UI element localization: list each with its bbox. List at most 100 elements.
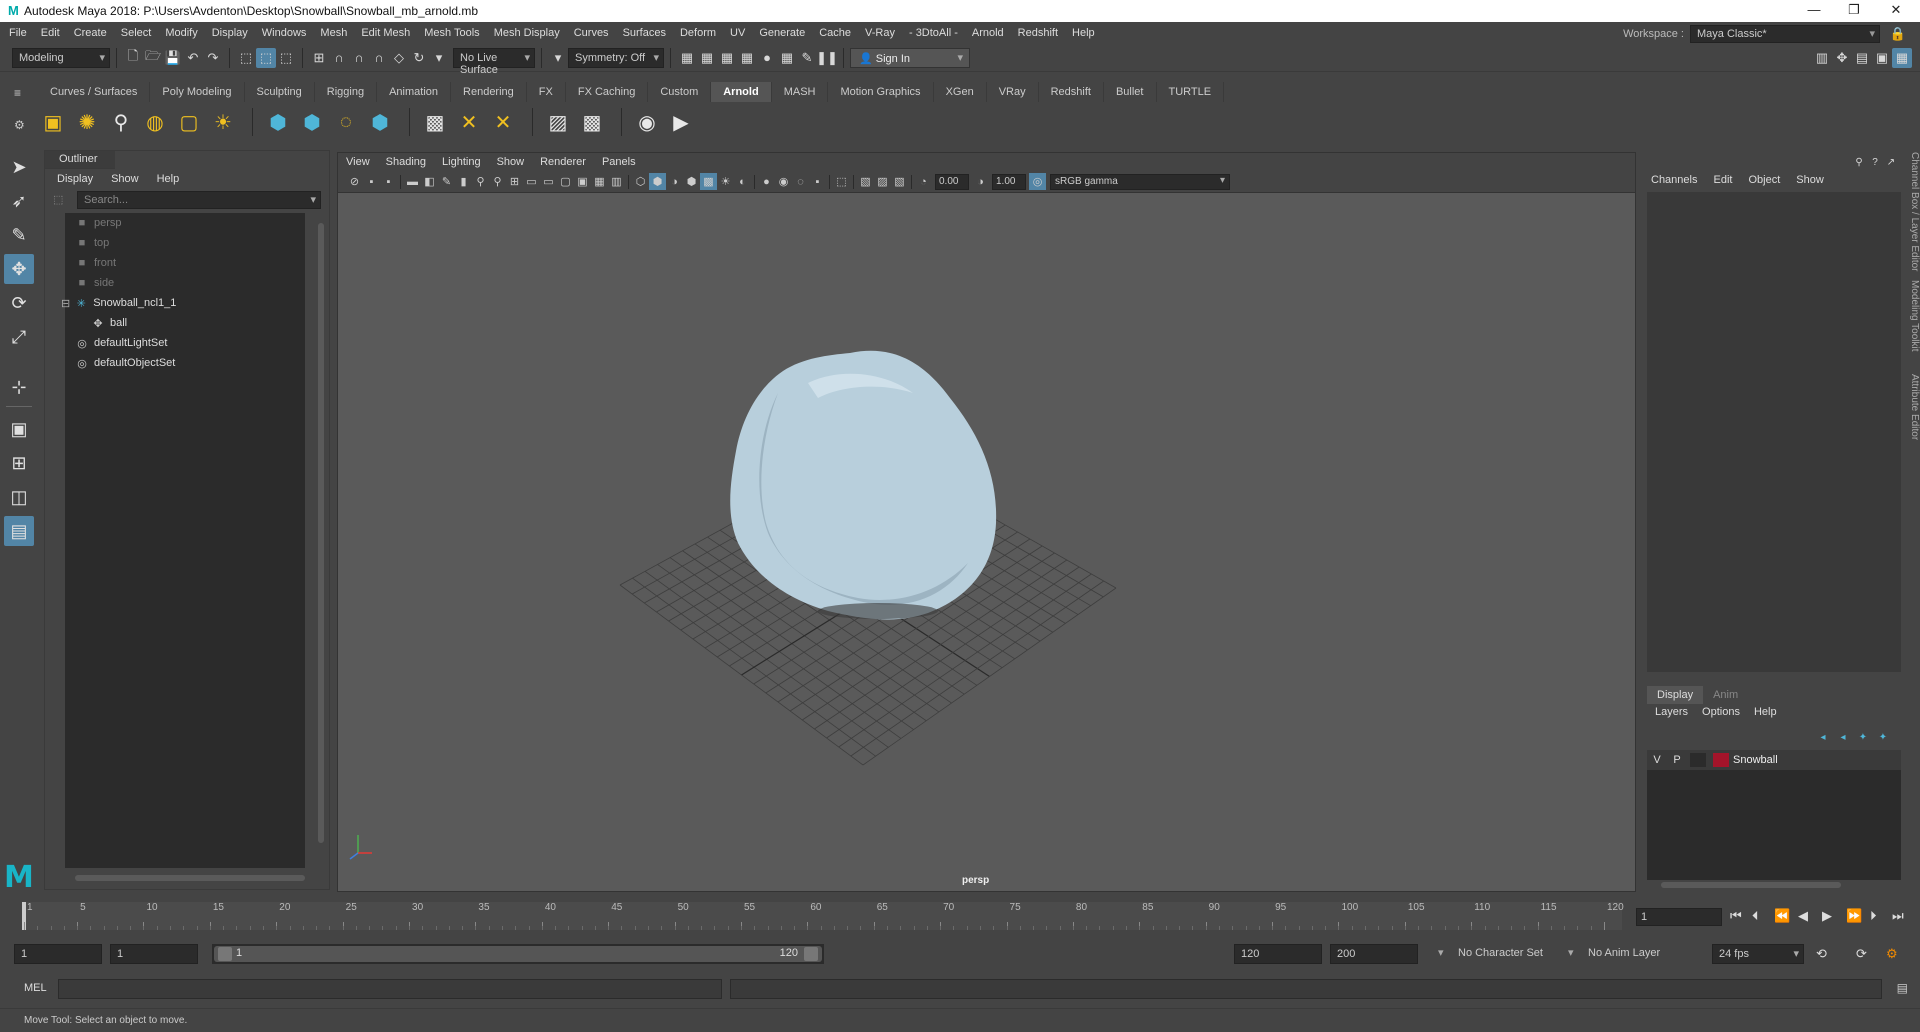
mel-label[interactable]: MEL	[24, 982, 47, 994]
playback-start-field[interactable]: 1	[110, 944, 198, 964]
ambient-occlusion-icon[interactable]: ●	[758, 173, 775, 190]
wireframe-icon[interactable]: ⬡	[632, 173, 649, 190]
shadows-icon[interactable]: ◐	[734, 173, 751, 190]
character-set-dropdown[interactable]: No Character Set	[1452, 944, 1556, 964]
side-tab-channel-box-layer-editor[interactable]: Channel Box / Layer Editor	[1905, 152, 1920, 272]
outliner-horizontal-scrollbar[interactable]	[65, 873, 315, 883]
tool-settings-icon[interactable]: ▣	[1872, 48, 1892, 68]
color-space-dropdown[interactable]: sRGB gamma	[1050, 173, 1230, 190]
image-plane-icon[interactable]: ▬	[404, 173, 421, 190]
light-portal-icon[interactable]: ▢	[174, 107, 204, 137]
layer-visibility-toggle[interactable]: V	[1647, 754, 1667, 766]
shelf-tab-arnold[interactable]: Arnold	[711, 82, 772, 102]
outliner-item-top[interactable]: ■ top	[65, 233, 305, 253]
xray-joints-icon[interactable]: ▧	[857, 173, 874, 190]
film-gate-icon[interactable]: ▭	[523, 173, 540, 190]
outliner-menu-show[interactable]: Show	[111, 173, 139, 185]
render-checker-icon[interactable]: ▩	[420, 107, 450, 137]
step-back-frame-icon[interactable]: ⏴	[1752, 908, 1759, 924]
shelf-tab-rendering[interactable]: Rendering	[451, 82, 527, 102]
menu-3dtoall[interactable]: - 3DtoAll -	[902, 22, 965, 44]
flush-textures-icon[interactable]: ✕	[454, 107, 484, 137]
channel-box-icon[interactable]: ▦	[1892, 48, 1912, 68]
menu-deform[interactable]: Deform	[673, 22, 723, 44]
animation-start-field[interactable]: 1	[14, 944, 102, 964]
chevron-down-icon[interactable]: ▾	[548, 48, 568, 68]
float-icon[interactable]: ↗	[1883, 154, 1899, 170]
lock-camera-icon[interactable]: ▮	[455, 173, 472, 190]
anti-aliasing-icon[interactable]: ◌	[792, 173, 809, 190]
curve-collector-icon[interactable]: ◌	[331, 107, 361, 137]
snap-curve-icon[interactable]: ∩	[329, 48, 349, 68]
area-light-icon[interactable]: ▣	[38, 107, 68, 137]
channel-box-menu-show[interactable]: Show	[1796, 174, 1824, 186]
viewport-menu-view[interactable]: View	[346, 153, 370, 171]
restore-button[interactable]: ❐	[1834, 2, 1874, 20]
shelf-tab-xgen[interactable]: XGen	[933, 82, 987, 102]
layer-menu-help[interactable]: Help	[1754, 706, 1777, 718]
menu-help[interactable]: Help	[1065, 22, 1102, 44]
skydome-light-icon[interactable]: ◍	[140, 107, 170, 137]
outliner-item-side[interactable]: ■ side	[65, 273, 305, 293]
safe-action-icon[interactable]: ▦	[591, 173, 608, 190]
grid-toggle-icon[interactable]: ⊞	[506, 173, 523, 190]
layer-playback-toggle[interactable]: P	[1667, 754, 1687, 766]
fps-dropdown[interactable]: 24 fps	[1712, 944, 1804, 964]
playback-end-field[interactable]: 120	[1234, 944, 1322, 964]
menu-mesh[interactable]: Mesh	[313, 22, 354, 44]
render-settings-icon[interactable]: ▦	[737, 48, 757, 68]
menu-cache[interactable]: Cache	[812, 22, 858, 44]
outliner-vertical-scrollbar[interactable]	[317, 213, 325, 868]
last-tool-icon[interactable]: ⊹	[4, 372, 34, 402]
outliner-item-persp[interactable]: ■ persp	[65, 213, 305, 233]
viewport-menu-shading[interactable]: Shading	[386, 153, 426, 171]
auto-key-icon[interactable]: ⟳	[1856, 946, 1867, 962]
ipr-render-icon[interactable]: ▦	[717, 48, 737, 68]
go-to-start-icon[interactable]: ⏮	[1730, 908, 1742, 924]
scale-tool-icon[interactable]: ⤢	[4, 322, 34, 352]
render-view-icon[interactable]: ◉	[632, 107, 662, 137]
step-forward-frame-icon[interactable]: ⏵	[1870, 908, 1877, 924]
render-sequence-icon[interactable]: ▦	[697, 48, 717, 68]
rotate-tool-icon[interactable]: ⟳	[4, 288, 34, 318]
isolate-select-icon[interactable]: ⬚	[833, 173, 850, 190]
shelf-tab-mash[interactable]: MASH	[771, 82, 829, 102]
menu-generate[interactable]: Generate	[752, 22, 812, 44]
layer-color-swatch[interactable]	[1713, 753, 1729, 767]
color-management-icon[interactable]: ◎	[1029, 173, 1046, 190]
move-tool-icon[interactable]: ✥	[4, 254, 34, 284]
help-icon[interactable]: ?	[1867, 154, 1883, 170]
layer-menu-layers[interactable]: Layers	[1655, 706, 1688, 718]
menu-select[interactable]: Select	[114, 22, 159, 44]
new-scene-icon[interactable]: 🗋	[123, 48, 143, 68]
range-handle[interactable]: 1 120	[214, 946, 822, 962]
menu-mesh-display[interactable]: Mesh Display	[487, 22, 567, 44]
sign-in-dropdown[interactable]: 👤 Sign In	[850, 47, 970, 68]
flush-cache-icon[interactable]: ✕	[488, 107, 518, 137]
exposure-icon[interactable]: ◔	[915, 173, 932, 190]
safe-title-icon[interactable]: ▥	[608, 173, 625, 190]
chevron-down-icon[interactable]: ▾	[429, 48, 449, 68]
layer-display-type-toggle[interactable]	[1690, 753, 1706, 767]
channel-box-area[interactable]	[1647, 192, 1901, 672]
anim-layer-dropdown[interactable]: No Anim Layer	[1582, 944, 1686, 964]
layer-tab-display[interactable]: Display	[1647, 686, 1704, 704]
layer-menu-options[interactable]: Options	[1702, 706, 1740, 718]
gamma-icon[interactable]: ◑	[972, 173, 989, 190]
xray-icon[interactable]: ⚲	[489, 173, 506, 190]
single-perspective-view-icon[interactable]: ▣	[4, 414, 34, 444]
backface-culling-icon[interactable]: ▧	[891, 173, 908, 190]
hypershade-icon[interactable]: ●	[757, 48, 777, 68]
modeling-toolkit-icon[interactable]: ▥	[1812, 48, 1832, 68]
default-material-icon[interactable]: ◑	[666, 173, 683, 190]
animation-end-field[interactable]: 200	[1330, 944, 1418, 964]
collapse-icon[interactable]: ⊟	[61, 297, 70, 310]
snap-view-plane-icon[interactable]: ∩	[369, 48, 389, 68]
textured-icon[interactable]: ▩	[700, 173, 717, 190]
filter-icon[interactable]: ⬚	[53, 193, 63, 206]
shelf-tab-custom[interactable]: Custom	[648, 82, 712, 102]
go-to-end-icon[interactable]: ⏭	[1892, 908, 1904, 924]
render-view-icon[interactable]: ▦	[777, 48, 797, 68]
menu-curves[interactable]: Curves	[567, 22, 616, 44]
shelf-settings-icon[interactable]: ⚙	[14, 118, 25, 132]
